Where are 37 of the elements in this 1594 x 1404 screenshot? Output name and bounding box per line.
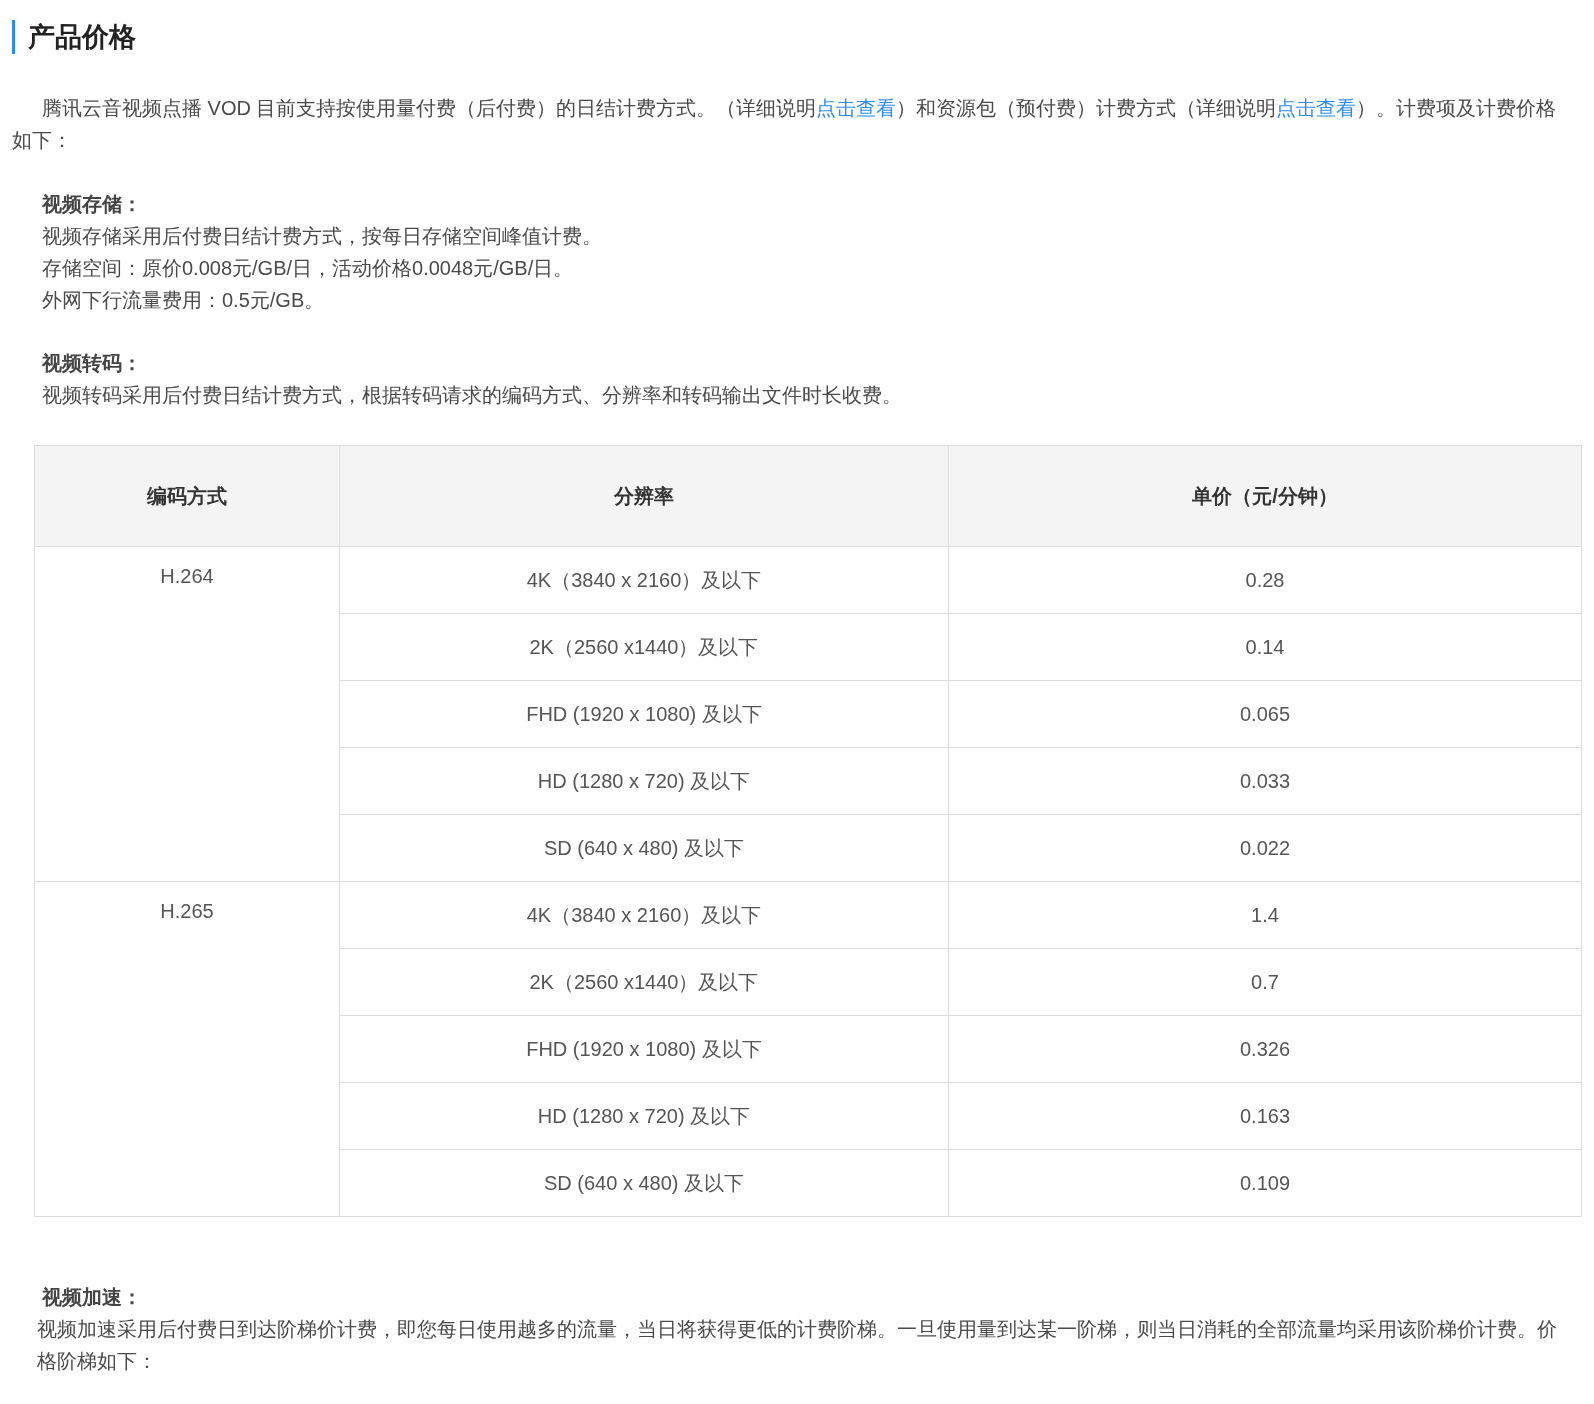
section-heading: 视频转码： [42, 351, 143, 376]
link[interactable]: 点击查看 [1276, 97, 1357, 119]
table-cell: 4K（3840 x 2160）及以下 [339, 881, 949, 949]
section-title: 产品价格 [12, 20, 136, 54]
table-cell: 0.065 [948, 680, 1582, 748]
link[interactable]: 点击查看 [816, 97, 897, 119]
body-text: 外网下行流量费用：0.5元/GB。 [42, 288, 326, 313]
column-header: 分辨率 [339, 445, 949, 547]
table-cell: FHD (1920 x 1080) 及以下 [339, 1015, 949, 1083]
table-cell: 4K（3840 x 2160）及以下 [339, 546, 949, 614]
body-text: 存储空间：原价0.008元/GB/日，活动价格0.0048元/GB/日。 [42, 256, 575, 281]
intro-paragraph: 腾讯云音视频点播 VOD 目前支持按使用量付费（后付费）的日结计费方式。（详细说明点击查看）和资源包（预付费）计费方式（详细说明点击查看）。计费项及计费价格如下： [12, 96, 1558, 153]
table-cell: 1.4 [948, 881, 1582, 949]
table-cell: 0.28 [948, 546, 1582, 614]
table-cell: SD (640 x 480) 及以下 [339, 1149, 949, 1217]
section-heading: 视频加速： [42, 1285, 143, 1310]
table-cell: SD (640 x 480) 及以下 [339, 814, 949, 882]
body-text: 视频存储采用后付费日结计费方式，按每日存储空间峰值计费。 [42, 224, 603, 249]
table-cell: 0.109 [948, 1149, 1582, 1217]
table-cell: HD (1280 x 720) 及以下 [339, 747, 949, 815]
table-cell: H.265 [34, 881, 340, 1217]
table-cell: 2K（2560 x1440）及以下 [339, 613, 949, 681]
table-cell: 0.326 [948, 1015, 1582, 1083]
body-text: 视频加速采用后付费日到达阶梯价计费，即您每日使用越多的流量，当日将获得更低的计费阶梯。一旦使用量到达某一阶梯，则当日消耗的全部流量均采用该阶梯价计费。价格阶梯如下： [37, 1317, 1558, 1374]
section-heading: 视频存储： [42, 192, 143, 217]
table-cell: 0.14 [948, 613, 1582, 681]
column-header: 单价（元/分钟） [948, 445, 1582, 547]
body-text: 视频转码采用后付费日结计费方式，根据转码请求的编码方式、分辨率和转码输出文件时长收费。 [42, 383, 903, 408]
table-cell: 2K（2560 x1440）及以下 [339, 948, 949, 1016]
table-cell: 0.022 [948, 814, 1582, 882]
column-header: 编码方式 [34, 445, 340, 547]
table-cell: H.264 [34, 546, 340, 882]
table-cell: HD (1280 x 720) 及以下 [339, 1082, 949, 1150]
table-cell: FHD (1920 x 1080) 及以下 [339, 680, 949, 748]
table-cell: 0.163 [948, 1082, 1582, 1150]
table-cell: 0.7 [948, 948, 1582, 1016]
table-cell: 0.033 [948, 747, 1582, 815]
